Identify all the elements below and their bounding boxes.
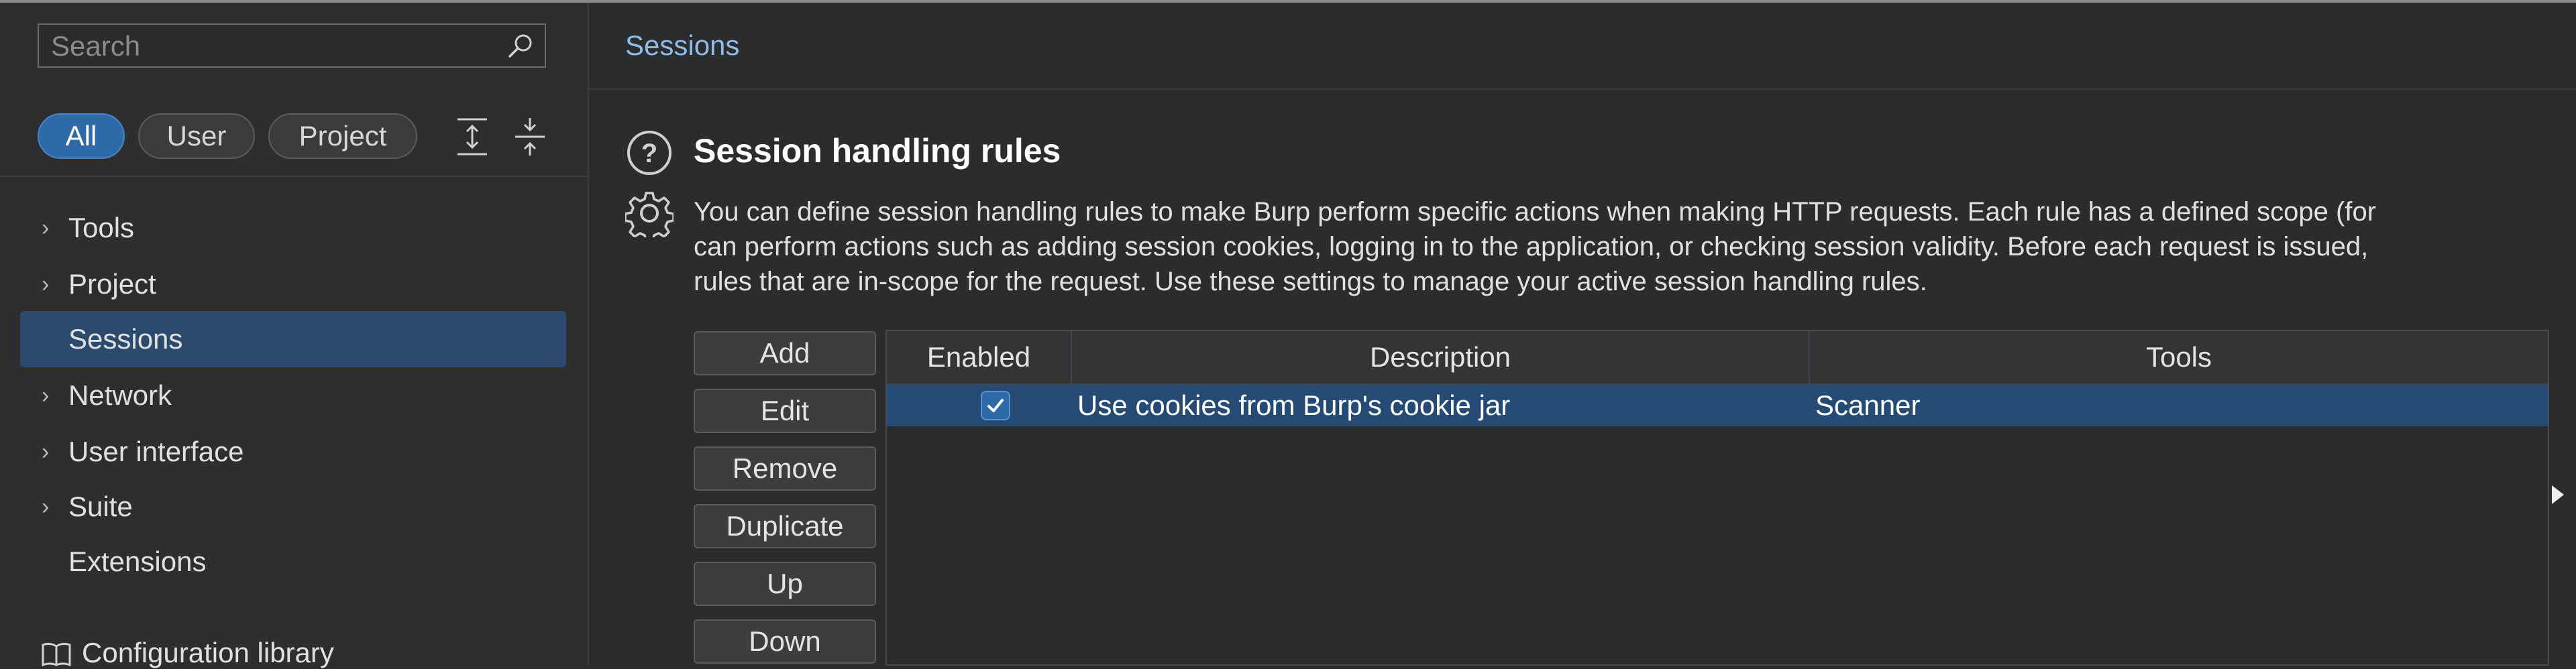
book-icon bbox=[42, 642, 71, 666]
breadcrumb[interactable]: Sessions bbox=[625, 29, 739, 62]
chevron-right-icon[interactable]: › bbox=[42, 367, 49, 424]
chevron-right-icon[interactable]: › bbox=[42, 200, 49, 256]
rule-description: Use cookies from Burp's cookie jar bbox=[1077, 389, 1511, 421]
checkmark-icon bbox=[987, 399, 1004, 412]
section-title: Session handling rules bbox=[694, 132, 1061, 170]
remove-button[interactable]: Remove bbox=[694, 446, 876, 491]
filter-project-pill[interactable]: Project bbox=[268, 113, 417, 159]
down-button[interactable]: Down bbox=[694, 619, 876, 664]
sidebar-item-tools[interactable]: › Tools bbox=[20, 200, 566, 256]
session-rules-table[interactable]: Enabled Description Tools Use cookies fr… bbox=[885, 330, 2549, 666]
main-panel: Sessions ? Session handling rules You ca… bbox=[589, 3, 2576, 666]
search-box[interactable] bbox=[38, 23, 546, 68]
sidebar-item-sessions[interactable]: Sessions bbox=[20, 311, 566, 367]
sidebar-item-label: Extensions bbox=[68, 546, 207, 577]
description-line-1: You can define session handling rules to… bbox=[694, 197, 2377, 227]
description-line-3: rules that are in-scope for the request.… bbox=[694, 267, 1927, 296]
gear-icon[interactable] bbox=[625, 189, 674, 237]
filter-user-pill[interactable]: User bbox=[138, 113, 255, 159]
help-icon[interactable]: ? bbox=[625, 129, 674, 177]
sidebar-item-label: Project bbox=[68, 268, 156, 300]
search-icon[interactable] bbox=[506, 32, 535, 61]
sidebar-item-label: Tools bbox=[68, 212, 135, 243]
sidebar-item-user-interface[interactable]: › User interface bbox=[20, 424, 566, 480]
search-input[interactable] bbox=[39, 25, 495, 68]
expand-panel-arrow-icon[interactable] bbox=[2552, 485, 2564, 504]
column-header-description[interactable]: Description bbox=[1072, 331, 1810, 383]
edit-button[interactable]: Edit bbox=[694, 389, 876, 433]
table-header: Enabled Description Tools bbox=[887, 331, 2548, 385]
svg-text:?: ? bbox=[641, 139, 657, 168]
settings-sidebar: All User Project › Tools › Project Sessi… bbox=[0, 3, 589, 668]
rule-tools: Scanner bbox=[1815, 389, 1921, 421]
chevron-right-icon[interactable]: › bbox=[42, 424, 49, 480]
sidebar-item-suite[interactable]: › Suite bbox=[20, 479, 566, 535]
add-button[interactable]: Add bbox=[694, 331, 876, 375]
header-divider bbox=[589, 88, 2576, 90]
up-button[interactable]: Up bbox=[694, 562, 876, 606]
sidebar-item-label: Suite bbox=[68, 491, 133, 522]
sidebar-item-label: User interface bbox=[68, 436, 244, 467]
collapse-all-icon[interactable] bbox=[511, 115, 549, 158]
chevron-right-icon[interactable]: › bbox=[42, 479, 49, 535]
enabled-checkbox[interactable] bbox=[981, 391, 1010, 420]
sidebar-item-label: Sessions bbox=[68, 323, 183, 355]
sidebar-item-extensions[interactable]: Extensions bbox=[20, 534, 566, 590]
chevron-right-icon[interactable]: › bbox=[42, 256, 49, 312]
description-line-2: can perform actions such as adding sessi… bbox=[694, 232, 2369, 261]
expand-all-icon[interactable] bbox=[453, 115, 491, 158]
configuration-library-label: Configuration library bbox=[82, 637, 334, 668]
duplicate-button[interactable]: Duplicate bbox=[694, 504, 876, 548]
sidebar-item-network[interactable]: › Network bbox=[20, 367, 566, 424]
filter-all-pill[interactable]: All bbox=[38, 113, 125, 159]
column-header-tools[interactable]: Tools bbox=[1810, 331, 2548, 383]
sidebar-item-project[interactable]: › Project bbox=[20, 256, 566, 312]
sidebar-item-label: Network bbox=[68, 379, 172, 411]
table-row[interactable]: Use cookies from Burp's cookie jar Scann… bbox=[887, 385, 2548, 426]
sidebar-divider bbox=[0, 176, 588, 177]
column-header-enabled[interactable]: Enabled bbox=[887, 331, 1072, 383]
